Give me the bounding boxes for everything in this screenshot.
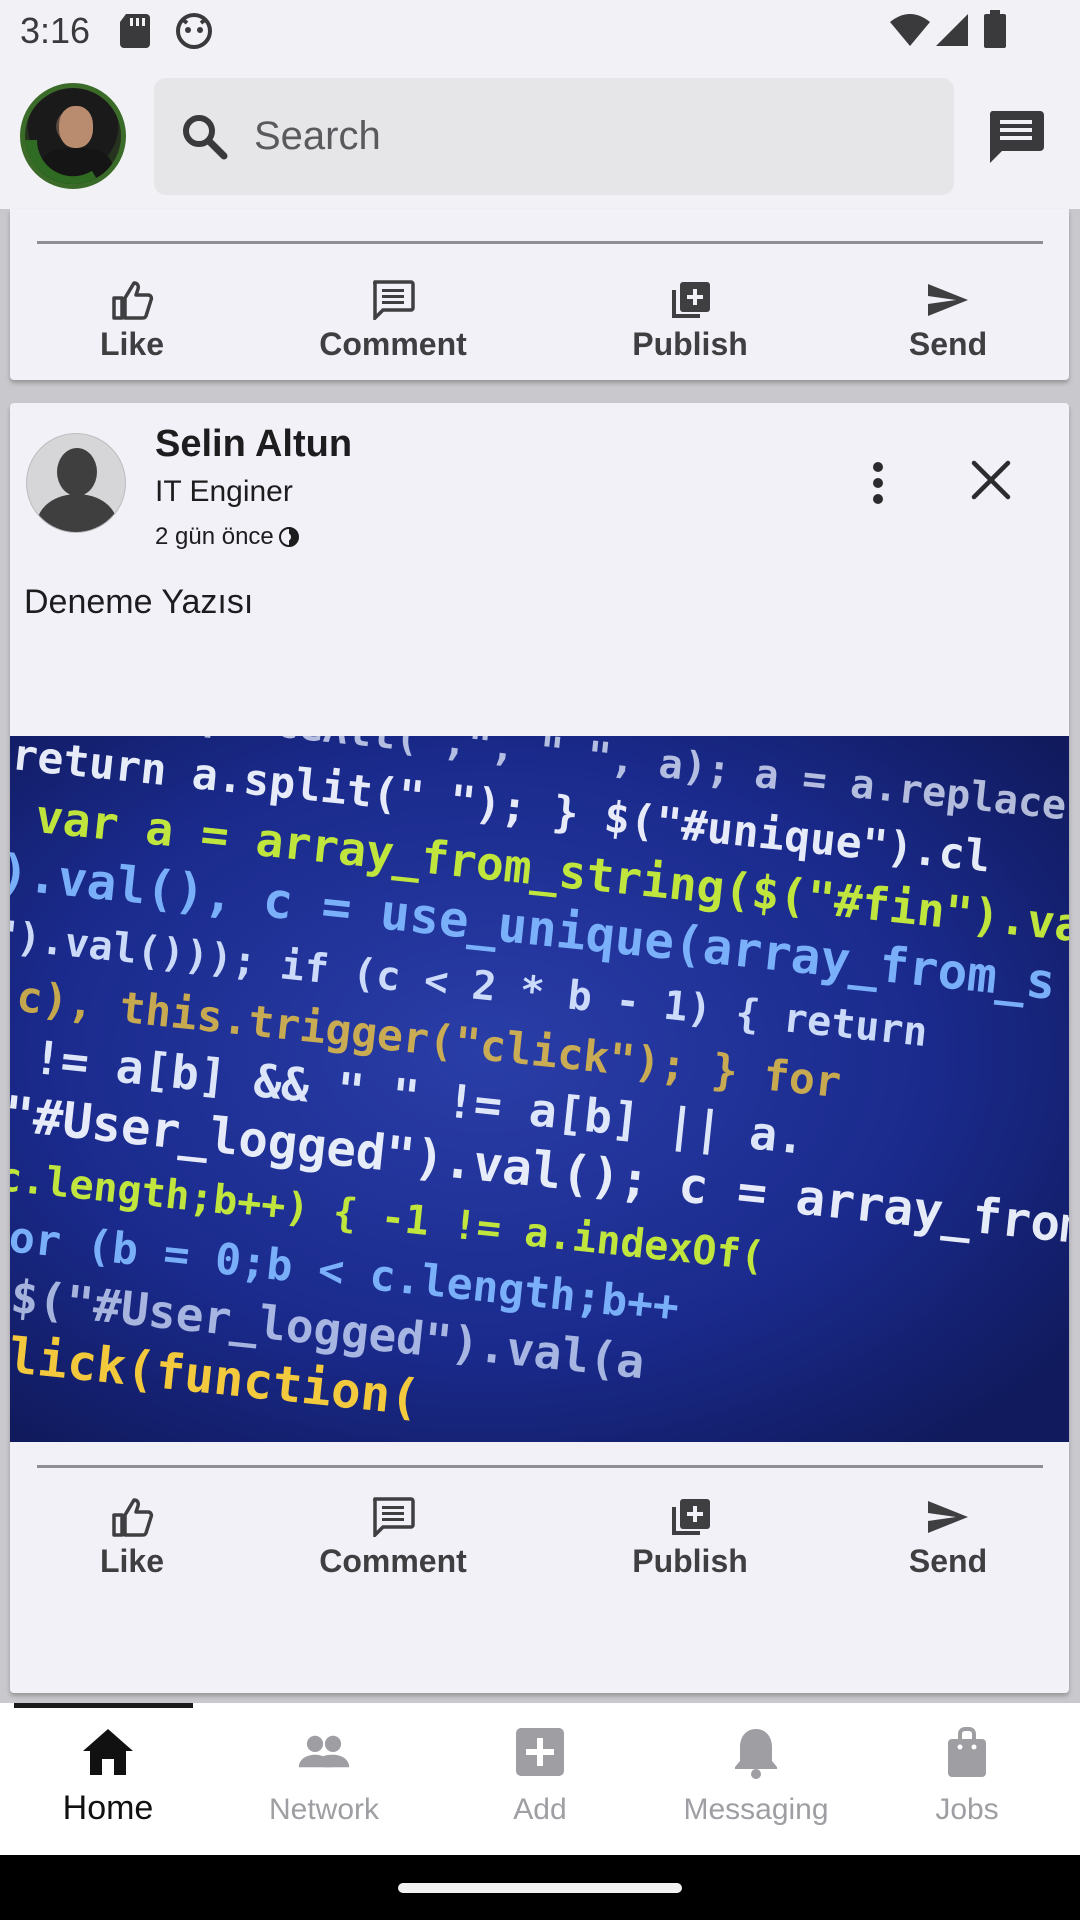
author-name[interactable]: Selin Altun: [155, 423, 352, 466]
chat-icon[interactable]: [988, 109, 1044, 163]
nav-item-jobs[interactable]: Jobs: [877, 1725, 1057, 1845]
nav-label-add: Add: [513, 1793, 567, 1826]
post-divider: [37, 241, 1043, 244]
search-icon: [183, 115, 228, 160]
nav-item-home[interactable]: Home: [18, 1725, 198, 1845]
like-button[interactable]: Like: [32, 266, 232, 376]
code-screen-image: ); a = replaceAll(",", " ", a); a = a.re…: [10, 736, 1069, 1442]
author-avatar[interactable]: [26, 433, 126, 533]
publish-label: Publish: [632, 326, 748, 362]
nav-item-messaging[interactable]: Messaging: [666, 1725, 846, 1845]
library-add-icon: [672, 1499, 710, 1535]
nav-label-network: Network: [268, 1793, 380, 1826]
post-image[interactable]: ); a = replaceAll(",", " ", a); a = a.re…: [10, 736, 1069, 1442]
comment-icon: [372, 280, 415, 320]
people-icon: [298, 1735, 350, 1768]
wifi-icon: [890, 14, 930, 46]
send-label: Send: [908, 1543, 988, 1579]
system-gesture-area: [0, 1855, 1080, 1920]
comment-label: Comment: [319, 1543, 467, 1579]
search-input[interactable]: [254, 106, 914, 166]
home-icon: [83, 1729, 133, 1775]
like-label: Like: [99, 326, 165, 362]
cell-signal-icon: [936, 14, 968, 46]
thumb-up-icon: [112, 281, 154, 320]
bottom-navigation: Home Network Add Messaging Jobs: [0, 1703, 1080, 1855]
screen: 3:16 Search Like Comment Publish Send Se…: [0, 0, 1080, 1920]
search-bar[interactable]: [154, 78, 954, 195]
send-button[interactable]: Send: [848, 266, 1048, 376]
android-face-icon: [176, 13, 212, 49]
post-card-previous: Like Comment Publish Send: [10, 209, 1069, 380]
nav-label-home: Home: [62, 1789, 154, 1827]
open-to-work-badge: [25, 139, 99, 184]
send-label: Send: [908, 326, 988, 362]
thumb-up-icon: [112, 1498, 154, 1537]
post-card: Selin Altun IT Enginer 2 gün önce Deneme…: [10, 403, 1069, 1693]
comment-icon: [372, 1497, 415, 1537]
avatar-placeholder-head: [57, 448, 97, 496]
publish-label: Publish: [632, 1543, 748, 1579]
bell-icon: [735, 1729, 777, 1779]
sd-card-icon: [120, 14, 150, 48]
like-button[interactable]: Like: [32, 1483, 232, 1593]
profile-avatar[interactable]: [20, 83, 126, 189]
status-bar: 3:16: [0, 0, 1080, 63]
nav-active-indicator: [14, 1703, 193, 1708]
briefcase-icon: [948, 1727, 986, 1777]
post-time-text: 2 gün önce: [155, 523, 274, 550]
battery-icon: [984, 10, 1006, 48]
comment-button[interactable]: Comment: [293, 266, 493, 376]
nav-label-jobs: Jobs: [935, 1793, 999, 1826]
nav-item-network[interactable]: Network: [234, 1725, 414, 1845]
avatar-placeholder-body: [37, 494, 117, 532]
post-text: Deneme Yazısı: [24, 583, 254, 621]
author-title: IT Enginer: [155, 475, 293, 508]
nav-item-add[interactable]: Add: [450, 1725, 630, 1845]
like-label: Like: [99, 1543, 165, 1579]
nav-label-messaging: Messaging: [683, 1793, 829, 1826]
status-time: 3:16: [20, 10, 91, 51]
send-icon: [928, 1501, 968, 1533]
publish-button[interactable]: Publish: [590, 1483, 790, 1593]
comment-button[interactable]: Comment: [293, 1483, 493, 1593]
add-box-icon: [516, 1728, 564, 1776]
send-icon: [928, 284, 968, 316]
post-actions: Like Comment Publish Send: [10, 1483, 1069, 1593]
post-actions: Like Comment Publish Send: [10, 266, 1069, 376]
publish-button[interactable]: Publish: [590, 266, 790, 376]
close-icon[interactable]: [970, 459, 1012, 501]
gesture-handle[interactable]: [398, 1883, 682, 1893]
more-vert-icon[interactable]: [858, 461, 898, 505]
public-icon: [278, 527, 299, 547]
comment-label: Comment: [319, 326, 467, 362]
post-divider: [37, 1465, 1043, 1468]
send-button[interactable]: Send: [848, 1483, 1048, 1593]
top-app-bar: [0, 63, 1080, 209]
post-timestamp: 2 gün önce: [155, 523, 300, 551]
library-add-icon: [672, 282, 710, 318]
